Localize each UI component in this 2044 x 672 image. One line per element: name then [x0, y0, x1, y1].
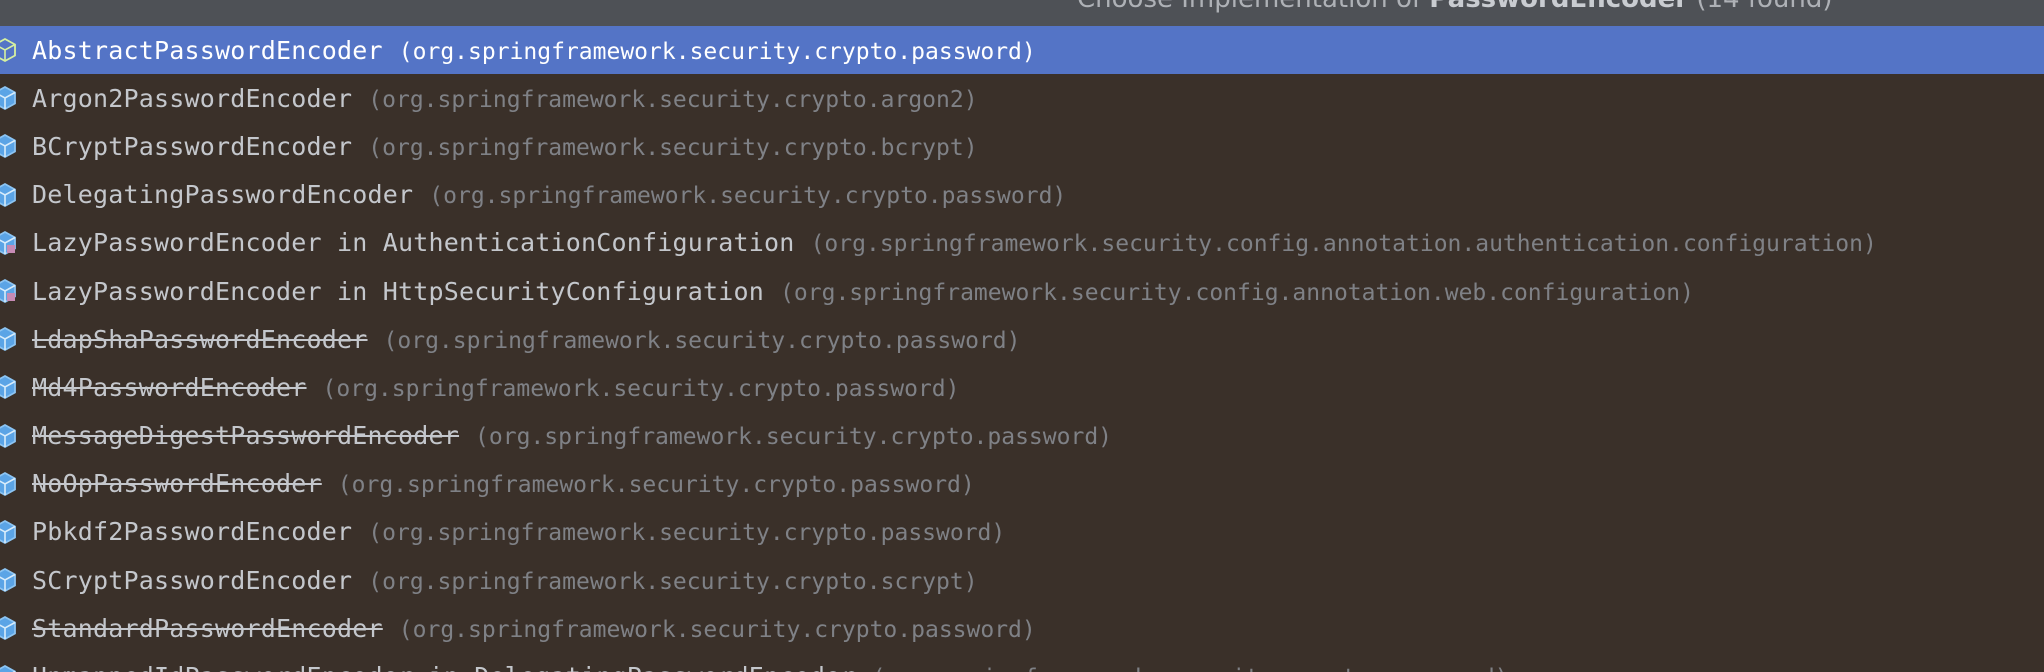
package-name: (org.springframework.security.crypto.pas… [475, 424, 1113, 451]
package-name: (org.springframework.security.config.ann… [810, 231, 1877, 258]
implementation-label: LazyPasswordEncoder in AuthenticationCon… [32, 228, 1877, 257]
implementation-item[interactable]: StandardPasswordEncoder (org.springframew… [0, 604, 2044, 652]
class-name: BCryptPasswordEncoder [32, 131, 353, 161]
inner-class-icon [0, 230, 16, 255]
implementation-item[interactable]: NoOpPasswordEncoder (org.springframework.… [0, 460, 2044, 508]
class-name: NoOpPasswordEncoder [32, 469, 322, 499]
abstract-class-icon [0, 38, 16, 63]
package-name: (org.springframework.security.crypto.pas… [383, 327, 1021, 354]
implementation-label: DelegatingPasswordEncoder (org.springfram… [32, 180, 1066, 209]
class-icon [0, 182, 16, 207]
implementation-item[interactable]: LazyPasswordEncoder in HttpSecurityConfi… [0, 267, 2044, 315]
package-name: (org.springframework.security.crypto.bcr… [368, 134, 978, 161]
implementation-item[interactable]: LazyPasswordEncoder in AuthenticationCon… [0, 219, 2044, 267]
package-name: (org.springframework.security.crypto.pas… [398, 616, 1036, 643]
popup-title-target: PasswordEncoder [1429, 0, 1688, 14]
package-name: (org.springframework.security.crypto.pas… [398, 38, 1036, 65]
implementation-item[interactable]: BCryptPasswordEncoder (org.springframewor… [0, 122, 2044, 170]
package-name: (org.springframework.security.crypto.arg… [368, 86, 978, 113]
package-name: (org.springframework.security.config.ann… [780, 279, 1694, 306]
implementation-label: UnmappedIdPasswordEncoder in DelegatingP… [32, 662, 1509, 672]
class-icon [0, 327, 16, 352]
implementation-label: NoOpPasswordEncoder (org.springframework.… [32, 469, 975, 498]
implementation-list: AbstractPasswordEncoder (org.springframew… [0, 26, 2044, 672]
package-name: (org.springframework.security.crypto.pas… [322, 375, 960, 402]
choose-implementation-popup: Choose Implementation of PasswordEncoder… [0, 0, 2044, 672]
class-name: LdapShaPasswordEncoder [32, 324, 368, 354]
class-name: AbstractPasswordEncoder [32, 35, 383, 65]
class-name: Argon2PasswordEncoder [32, 83, 353, 113]
class-name: MessageDigestPasswordEncoder [32, 421, 460, 451]
class-name: StandardPasswordEncoder [32, 613, 383, 643]
class-name: LazyPasswordEncoder in AuthenticationCon… [32, 228, 795, 258]
package-name: (org.springframework.security.crypto.pas… [368, 520, 1006, 547]
implementation-label: Pbkdf2PasswordEncoder (org.springframewor… [32, 517, 1005, 546]
implementation-item[interactable]: LdapShaPasswordEncoder (org.springframewo… [0, 315, 2044, 363]
class-name: SCryptPasswordEncoder [32, 565, 353, 595]
package-name: (org.springframework.security.crypto.pas… [337, 472, 975, 499]
class-name: DelegatingPasswordEncoder [32, 180, 414, 210]
class-icon [0, 134, 16, 159]
class-name: Md4PasswordEncoder [32, 372, 307, 402]
implementation-item[interactable]: Md4PasswordEncoder (org.springframework.s… [0, 363, 2044, 411]
class-icon [0, 423, 16, 448]
implementation-label: LazyPasswordEncoder in HttpSecurityConfi… [32, 277, 1694, 306]
package-name: (org.springframework.security.crypto.scr… [368, 568, 978, 595]
inner-class-icon [0, 664, 16, 672]
class-icon [0, 568, 16, 593]
class-icon [0, 519, 16, 544]
implementation-item[interactable]: SCryptPasswordEncoder (org.springframewor… [0, 556, 2044, 604]
inner-class-icon [0, 279, 16, 304]
final-class-icon [0, 471, 16, 496]
implementation-item[interactable]: AbstractPasswordEncoder (org.springframew… [0, 26, 2044, 75]
implementation-item[interactable]: Argon2PasswordEncoder (org.springframewor… [0, 74, 2044, 122]
implementation-label: AbstractPasswordEncoder (org.springframew… [32, 36, 1036, 65]
implementation-label: StandardPasswordEncoder (org.springframew… [32, 614, 1036, 643]
final-class-icon [0, 616, 16, 641]
popup-title-prefix: Choose Implementation of [1077, 0, 1429, 14]
class-name: UnmappedIdPasswordEncoder in DelegatingP… [32, 662, 856, 672]
class-icon [0, 86, 16, 111]
package-name: (org.springframework.security.crypto.pas… [872, 665, 1509, 672]
class-name: Pbkdf2PasswordEncoder [32, 517, 353, 547]
implementation-label: MessageDigestPasswordEncoder (org.springf… [32, 421, 1112, 450]
package-name: (org.springframework.security.crypto.pas… [429, 183, 1067, 210]
popup-title: Choose Implementation of PasswordEncoder… [1077, 0, 1833, 14]
class-name: LazyPasswordEncoder in HttpSecurityConfi… [32, 276, 765, 306]
implementation-label: Argon2PasswordEncoder (org.springframewor… [32, 84, 978, 113]
implementation-label: SCryptPasswordEncoder (org.springframewor… [32, 566, 978, 595]
popup-title-suffix: (14 found) [1688, 0, 1832, 14]
implementation-item[interactable]: DelegatingPasswordEncoder (org.springfram… [0, 171, 2044, 219]
implementation-label: Md4PasswordEncoder (org.springframework.s… [32, 373, 960, 402]
popup-header: Choose Implementation of PasswordEncoder… [0, 0, 2044, 26]
implementation-item[interactable]: UnmappedIdPasswordEncoder in DelegatingP… [0, 652, 2044, 672]
implementation-label: LdapShaPasswordEncoder (org.springframewo… [32, 325, 1021, 354]
implementation-item[interactable]: Pbkdf2PasswordEncoder (org.springframewor… [0, 508, 2044, 556]
implementation-item[interactable]: MessageDigestPasswordEncoder (org.springf… [0, 412, 2044, 460]
class-icon [0, 375, 16, 400]
implementation-label: BCryptPasswordEncoder (org.springframewor… [32, 132, 978, 161]
